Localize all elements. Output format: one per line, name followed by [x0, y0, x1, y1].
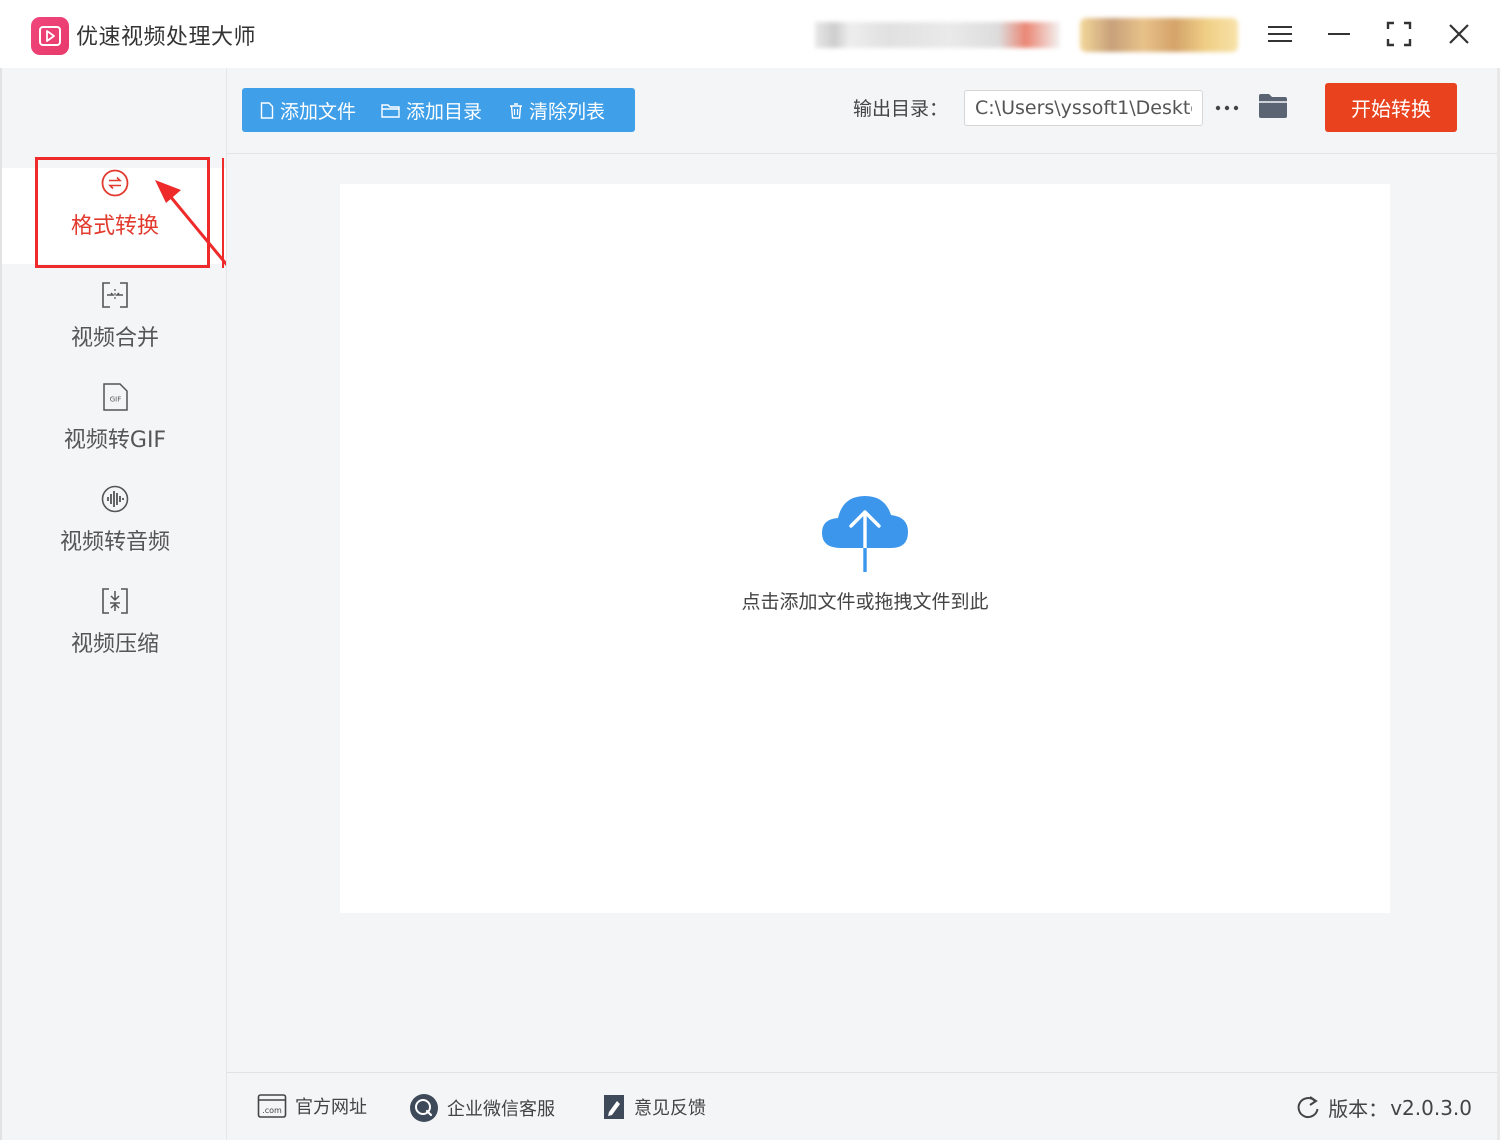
browse-more-button[interactable] — [1213, 90, 1241, 126]
sidebar-item-video-to-gif[interactable]: GIF 视频转GIF — [2, 382, 228, 478]
sidebar-item-video-merge[interactable]: 视频合并 — [2, 280, 228, 376]
app-title: 优速视频处理大师 — [76, 25, 257, 50]
svg-text:.com: .com — [262, 1106, 282, 1115]
maximize-button[interactable] — [1381, 16, 1417, 52]
sidebar-item-label: 视频转音频 — [59, 530, 170, 555]
file-icon — [260, 101, 274, 119]
gif-file-icon: GIF — [103, 383, 128, 411]
wechat-service-label: 企业微信客服 — [447, 1099, 555, 1120]
more-dots-icon — [1215, 105, 1239, 111]
official-website-link[interactable]: .com 官方网址 — [257, 1093, 367, 1119]
website-icon: .com — [257, 1094, 287, 1118]
clear-list-label: 清除列表 — [529, 100, 606, 123]
feedback-link[interactable]: 意见反馈 — [602, 1093, 706, 1121]
output-dir-label: 输出目录： — [853, 98, 949, 120]
hamburger-menu-icon — [1268, 26, 1292, 42]
version-number: v2.0.3.0 — [1390, 1095, 1472, 1120]
video-merge-icon — [102, 282, 128, 308]
sidebar-item-label: 视频压缩 — [70, 632, 159, 657]
format-convert-icon — [101, 169, 129, 197]
sidebar-item-video-compress[interactable]: 视频压缩 — [2, 586, 228, 682]
video-play-icon — [39, 26, 61, 46]
drop-zone-hint: 点击添加文件或拖拽文件到此 — [741, 591, 989, 613]
add-folder-label: 添加目录 — [406, 100, 483, 123]
feedback-icon — [604, 1095, 624, 1119]
menu-button[interactable] — [1262, 16, 1298, 52]
title-bar: 优速视频处理大师 — [0, 0, 1500, 68]
audio-wave-icon — [101, 485, 129, 513]
output-dir-field[interactable] — [964, 90, 1203, 126]
version-info[interactable]: 版本： v2.0.3.0 — [1296, 1093, 1472, 1122]
feedback-label: 意见反馈 — [634, 1098, 706, 1119]
cloud-upload-icon — [822, 496, 908, 574]
app-logo — [31, 17, 69, 55]
file-actions-group: 添加文件 添加目录 清除列表 — [242, 88, 635, 132]
sidebar: 格式转换 视频合并 GIF 视频转GIF 视频转音频 视频压缩 — [0, 68, 228, 1140]
sidebar-item-label: 视频合并 — [70, 326, 159, 351]
refresh-icon — [1297, 1095, 1319, 1118]
wechat-service-link[interactable]: 企业微信客服 — [409, 1093, 555, 1123]
wechat-service-icon — [410, 1094, 438, 1122]
sidebar-item-label: 格式转换 — [70, 214, 159, 239]
add-folder-button[interactable]: 添加目录 — [381, 88, 482, 132]
version-label: 版本： — [1328, 1097, 1389, 1121]
open-folder-button[interactable] — [1257, 92, 1289, 122]
blurred-vip-badge[interactable] — [1080, 18, 1238, 52]
minimize-icon — [1328, 33, 1350, 35]
svg-text:GIF: GIF — [110, 396, 122, 404]
official-website-label: 官方网址 — [295, 1097, 367, 1118]
minimize-button[interactable] — [1321, 16, 1357, 52]
fullscreen-icon — [1386, 21, 1412, 47]
sidebar-item-label: 视频转GIF — [63, 428, 167, 453]
toolbar: 添加文件 添加目录 清除列表 输出目录： C:\Users\yssoft1\De… — [227, 68, 1500, 154]
blurred-account-info — [815, 22, 1060, 48]
sidebar-item-video-to-audio[interactable]: 视频转音频 — [2, 484, 228, 580]
clear-list-button[interactable]: 清除列表 — [509, 88, 605, 132]
compress-icon — [102, 588, 128, 614]
close-button[interactable] — [1441, 16, 1477, 52]
file-drop-zone[interactable]: 点击添加文件或拖拽文件到此 — [340, 184, 1390, 913]
add-file-label: 添加文件 — [280, 100, 357, 123]
folder-outline-icon — [381, 103, 400, 118]
main-panel: 添加文件 添加目录 清除列表 输出目录： C:\Users\yssoft1\De… — [226, 68, 1500, 1072]
footer-bar: .com 官方网址 企业微信客服 意见反馈 版本： v2.0.3.0 — [226, 1072, 1500, 1140]
sidebar-item-format-convert[interactable]: 格式转换 — [2, 168, 228, 264]
folder-icon — [1259, 94, 1287, 118]
add-file-button[interactable]: 添加文件 — [260, 88, 356, 132]
trash-icon — [510, 102, 523, 119]
close-icon — [1449, 24, 1469, 44]
start-convert-button[interactable]: 开始转换 — [1325, 83, 1457, 132]
